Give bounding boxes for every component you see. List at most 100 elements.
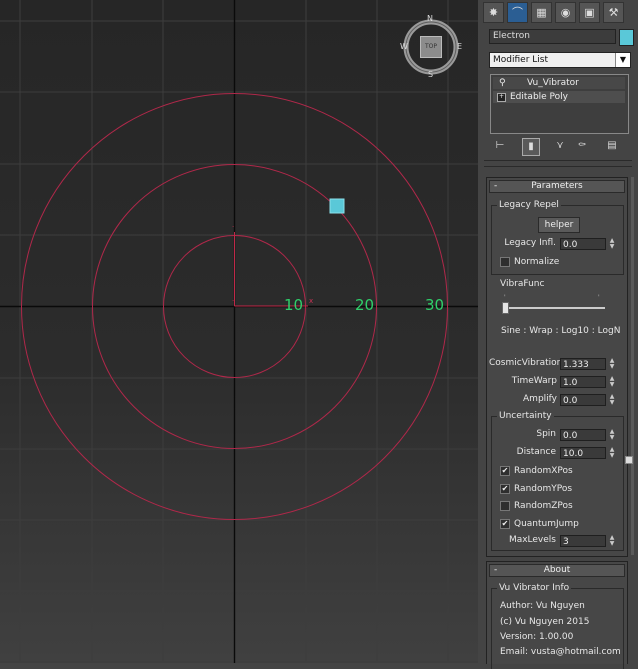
amplify-spinner[interactable]: 0.0	[560, 394, 606, 406]
timewarp-label: TimeWarp	[511, 376, 557, 386]
modifier-list-dropdown[interactable]: Modifier List ▼	[489, 52, 631, 68]
about-title: About	[543, 565, 571, 575]
viewcube-east[interactable]: E	[457, 42, 462, 51]
viewcube-top-face[interactable]: TOP	[420, 36, 442, 58]
modify-tab-icon[interactable]: ⌒	[507, 2, 528, 23]
random-y-pos-label: RandomYPos	[514, 484, 573, 494]
legacy-repel-group: Legacy Repel helper Legacy Infl. 0.0 ▲ ▼ …	[491, 200, 624, 275]
spinner-arrows-icon[interactable]: ▲ ▼	[608, 358, 616, 370]
axis-label-30: 30	[425, 296, 445, 314]
normalize-checkbox[interactable]	[500, 257, 510, 267]
vu-vibrator-info-group: Vu Vibrator Info Author: Vu Nguyen (c) V…	[491, 583, 624, 669]
spinner-arrows-icon[interactable]: ▲ ▼	[608, 429, 616, 441]
grid-lines	[0, 0, 478, 663]
cosmic-vibration-spinner[interactable]: 1.333	[560, 358, 606, 370]
display-tab-icon[interactable]: ▣	[579, 2, 600, 23]
viewcube-west[interactable]: W	[400, 42, 408, 51]
parameters-rollout-header[interactable]: - Parameters	[489, 180, 625, 193]
show-end-result-icon[interactable]: ▮	[522, 138, 540, 156]
random-x-pos-label: RandomXPos	[514, 466, 573, 476]
stack-item-vu-vibrator[interactable]: ⚲ Vu_Vibrator	[493, 77, 625, 89]
stack-item-label: Editable Poly	[510, 92, 568, 102]
electron-object	[329, 198, 345, 214]
distance-label: Distance	[516, 447, 556, 457]
dropdown-arrow-icon: ▼	[615, 53, 630, 67]
uncertainty-group: Uncertainty Spin 0.0 ▲ ▼ Distance 10.0 ▲ ▼…	[491, 411, 624, 551]
legacy-repel-title: Legacy Repel	[497, 200, 561, 210]
expand-plus-icon[interactable]: +	[497, 93, 506, 102]
quantum-jump-checkbox[interactable]: ✔	[500, 519, 510, 529]
spinner-arrows-icon[interactable]: ▲ ▼	[608, 394, 616, 406]
helper-gizmo	[234, 232, 308, 307]
amplify-label: Amplify	[523, 394, 557, 404]
divider	[484, 166, 632, 167]
slider-min-tick: '	[504, 294, 506, 301]
legacy-infl-spinner[interactable]: 0.0	[560, 238, 606, 250]
parameters-rollout: - Parameters Legacy Repel helper Legacy …	[486, 177, 628, 557]
viewcube-south[interactable]: S	[428, 70, 433, 79]
random-z-pos-label: RandomZPos	[514, 501, 573, 511]
axis-label-10: 10	[284, 296, 304, 314]
create-tab-icon[interactable]: ✸	[483, 2, 504, 23]
legacy-infl-label: Legacy Infl.	[504, 238, 556, 248]
viewcube[interactable]: N S E W TOP	[400, 14, 462, 79]
panel-scroll-thumb[interactable]	[625, 456, 633, 464]
uncertainty-title: Uncertainty	[497, 411, 554, 421]
hierarchy-tab-icon[interactable]: ▦	[531, 2, 552, 23]
spin-label: Spin	[536, 429, 556, 439]
vibrafunc-slider-thumb[interactable]	[502, 302, 509, 314]
object-color-swatch[interactable]	[619, 29, 634, 46]
slider-max-tick: '	[598, 294, 600, 301]
divider	[484, 160, 632, 161]
vu-vibrator-info-title: Vu Vibrator Info	[497, 583, 572, 593]
max-levels-label: MaxLevels	[508, 535, 556, 545]
panel-scrollbar[interactable]	[631, 177, 634, 555]
about-rollout: - About Vu Vibrator Info Author: Vu Nguy…	[486, 561, 628, 669]
distance-spinner[interactable]: 10.0	[560, 447, 606, 459]
timewarp-spinner[interactable]: 1.0	[560, 376, 606, 388]
vibrafunc-modes-label: Sine : Wrap : Log10 : LogN	[501, 326, 621, 336]
viewcube-north[interactable]: N	[427, 14, 433, 23]
vibrafunc-slider-track[interactable]	[504, 307, 605, 309]
normalize-label: Normalize	[514, 257, 560, 267]
modifier-list-label: Modifier List	[493, 55, 548, 65]
vibrafunc-label: VibraFunc	[500, 279, 545, 289]
utilities-tab-icon[interactable]: ⚒	[603, 2, 624, 23]
stack-item-label: Vu_Vibrator	[527, 78, 579, 88]
axis-label-20: 20	[355, 296, 375, 314]
version-text: Version: 1.00.00	[500, 632, 574, 642]
max-levels-spinner[interactable]: 3	[560, 535, 606, 547]
spinner-arrows-icon[interactable]: ▲ ▼	[608, 447, 616, 459]
remove-modifier-icon[interactable]: ⚰	[574, 138, 590, 154]
lightbulb-icon[interactable]: ⚲	[499, 77, 506, 89]
collapse-icon: -	[494, 181, 498, 191]
object-name-field[interactable]: Electron	[489, 29, 616, 44]
motion-tab-icon[interactable]: ◉	[555, 2, 576, 23]
spin-spinner[interactable]: 0.0	[560, 429, 606, 441]
helper-button[interactable]: helper	[538, 217, 580, 233]
email-text: Email: vusta@hotmail.com	[500, 647, 621, 657]
viewport-top[interactable]: · · x 10 20 30 N S E W TOP	[0, 0, 478, 663]
gizmo-origin-tick: ·	[232, 297, 235, 305]
about-rollout-header[interactable]: - About	[489, 564, 625, 577]
viewport-canvas[interactable]	[0, 0, 478, 663]
pin-stack-icon[interactable]: ⊢	[492, 138, 508, 154]
random-x-pos-checkbox[interactable]: ✔	[500, 466, 510, 476]
parameters-title: Parameters	[531, 181, 583, 191]
gizmo-x-mark: x	[309, 297, 314, 305]
collapse-icon: -	[494, 565, 498, 575]
configure-modifier-sets-icon[interactable]: ▤	[604, 138, 620, 154]
stack-item-editable-poly[interactable]: + Editable Poly	[493, 91, 625, 103]
gizmo-y-tick: ·	[232, 223, 235, 231]
make-unique-icon[interactable]: ⋎	[552, 138, 568, 154]
random-y-pos-checkbox[interactable]: ✔	[500, 484, 510, 494]
quantum-jump-label: QuantumJump	[514, 519, 579, 529]
cosmic-vibration-label: CosmicVibration	[489, 358, 563, 368]
spinner-arrows-icon[interactable]: ▲ ▼	[608, 238, 616, 250]
spinner-arrows-icon[interactable]: ▲ ▼	[608, 376, 616, 388]
copyright-text: (c) Vu Nguyen 2015	[500, 617, 590, 627]
random-z-pos-checkbox[interactable]	[500, 501, 510, 511]
modifier-stack[interactable]: ⚲ Vu_Vibrator + Editable Poly	[490, 74, 629, 134]
spinner-arrows-icon[interactable]: ▲ ▼	[608, 535, 616, 547]
author-text: Author: Vu Nguyen	[500, 601, 585, 611]
